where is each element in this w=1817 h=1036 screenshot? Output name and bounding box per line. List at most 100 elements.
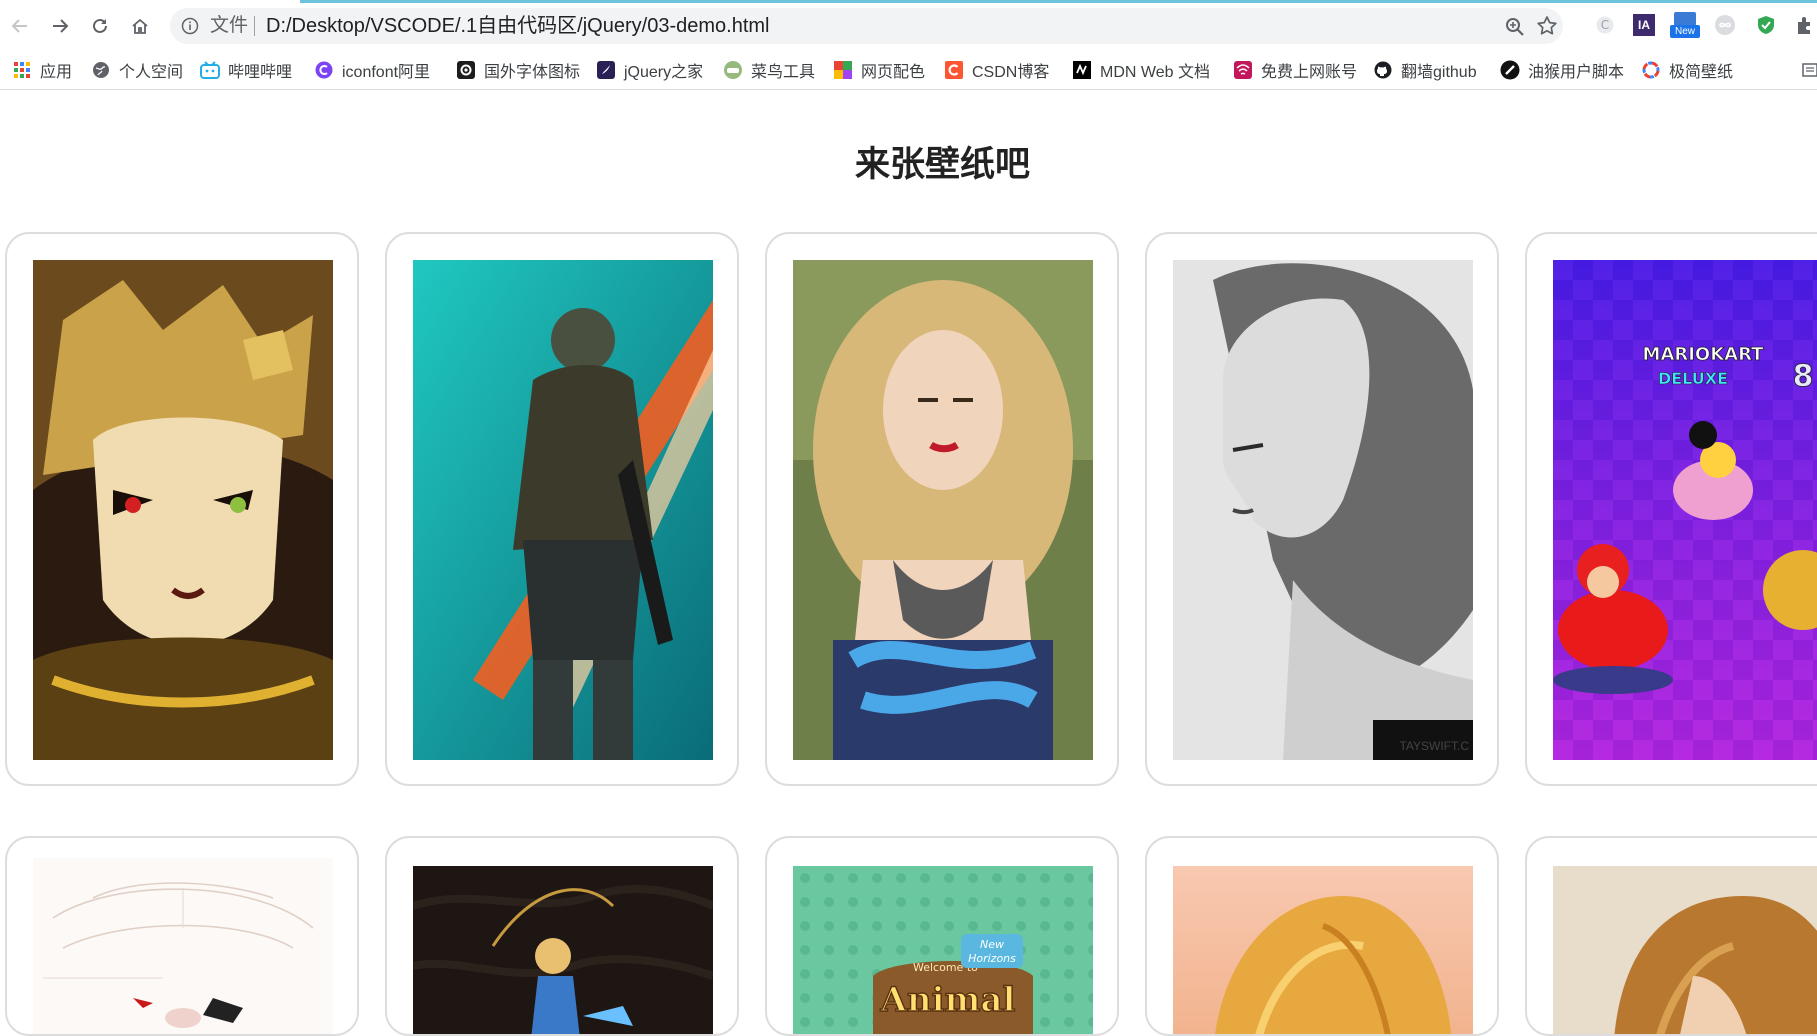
wallpaper-image-auburn-hair <box>1553 866 1817 1034</box>
bookmark-label: 翻墙github <box>1401 64 1477 81</box>
bookmark-runoob[interactable]: 菜鸟工具 <box>723 52 815 88</box>
bookmark-csdn[interactable]: CSDN博客 <box>944 52 1049 88</box>
site-info-icon[interactable] <box>180 16 200 36</box>
wallpaper-image-link-archer <box>413 866 713 1034</box>
wallpaper-card-auburn-portrait[interactable] <box>1525 836 1817 1036</box>
apps-grid-icon <box>12 60 32 80</box>
new-extension-icon[interactable]: New <box>1670 12 1700 38</box>
wallpaper-image-woman-curly-hair <box>793 260 1093 760</box>
wallpaper-icon <box>1641 60 1661 80</box>
bookmark-mdn[interactable]: MDN Web 文档 <box>1072 52 1210 88</box>
bookmark-label: MDN Web 文档 <box>1100 64 1210 81</box>
ia-label: IA <box>1633 14 1655 36</box>
animal-title-text: Animal <box>880 980 1016 1020</box>
wallpaper-card-anime[interactable] <box>5 232 359 786</box>
bookmark-star-icon[interactable] <box>1535 14 1559 38</box>
wallpaper-image-blonde-hair <box>1173 866 1473 1034</box>
bookmark-label: 应用 <box>40 64 73 81</box>
bookmark-label: iconfont阿里 <box>342 64 431 81</box>
jquery-icon <box>596 60 616 80</box>
github-icon <box>1373 60 1393 80</box>
wallpaper-card-zelda[interactable] <box>385 836 739 1036</box>
ia-extension-icon[interactable]: IA <box>1632 13 1656 37</box>
reading-list-icon <box>1800 60 1817 80</box>
home-button[interactable] <box>125 11 155 41</box>
extensions-puzzle-icon[interactable] <box>1793 13 1817 37</box>
bookmark-label: 哔哩哔哩 <box>228 64 293 81</box>
animal-new-text: New <box>980 938 1004 951</box>
wallpaper-image-mario-kart: MARIOKART DELUXE 8 <box>1553 260 1817 760</box>
bookmark-personal-space[interactable]: 个人空间 <box>91 52 183 88</box>
bookmark-label: 个人空间 <box>119 64 184 81</box>
reload-button[interactable] <box>85 11 115 41</box>
bookmark-jquery-home[interactable]: jQuery之家 <box>596 52 703 88</box>
mario-logo-number: 8 <box>1793 359 1814 394</box>
wallpaper-image-anime-boy <box>33 260 333 760</box>
bookmark-label: CSDN博客 <box>972 64 1050 81</box>
new-badge: New <box>1670 25 1700 38</box>
copyright-extension-icon[interactable]: C <box>1593 13 1617 37</box>
wallpaper-image-soldier <box>413 260 713 760</box>
bookmark-github[interactable]: 翻墙github <box>1373 52 1477 88</box>
bookmark-label: jQuery之家 <box>624 64 704 81</box>
wallpaper-card-mushroom-map[interactable] <box>5 836 359 1036</box>
watermark-text: TAYSWIFT.C <box>1399 739 1469 753</box>
runoob-icon <box>723 60 743 80</box>
wallpaper-card-animal-crossing[interactable]: Welcome to New Horizons Animal <box>765 836 1119 1036</box>
bookmark-label: 油猴用户脚本 <box>1528 64 1625 81</box>
reload-icon <box>93 18 107 33</box>
bookmark-bilibili[interactable]: 哔哩哔哩 <box>200 52 292 88</box>
csdn-icon <box>944 60 964 80</box>
back-button[interactable] <box>5 11 35 41</box>
wallpaper-card-blonde-closeup[interactable] <box>1145 836 1499 1036</box>
bookmark-tampermonkey[interactable]: 油猴用户脚本 <box>1500 52 1624 88</box>
bookmark-label: 极简壁纸 <box>1669 64 1734 81</box>
forward-arrow-icon <box>53 19 69 33</box>
page-title: 来张壁纸吧 <box>854 144 1030 185</box>
bookmarks-bar: 应用 个人空间 哔哩哔哩 iconfont阿里 国外字体图标 jQuery之家 <box>0 52 1817 90</box>
bookmark-web-colors[interactable]: 网页配色 <box>833 52 925 88</box>
bilibili-icon <box>200 60 220 80</box>
wallpaper-image-animal-crossing: Welcome to New Horizons Animal <box>793 866 1093 1034</box>
wallpaper-card-mario-kart[interactable]: MARIOKART DELUXE 8 <box>1525 232 1817 786</box>
new-extension-graphic <box>1674 12 1696 26</box>
address-bar[interactable]: 文件 D:/Desktop/VSCODE/.1自由代码区/jQuery/03-d… <box>170 8 1563 44</box>
tampermonkey-icon <box>1500 60 1520 80</box>
omnibox-divider <box>254 16 255 36</box>
tab-accent-bar <box>300 0 1817 3</box>
mario-logo-bottom: DELUXE <box>1658 369 1728 388</box>
mario-logo-top: MARIOKART <box>1643 344 1765 365</box>
home-icon <box>132 18 148 34</box>
wallpaper-image-bw-portrait: TAYSWIFT.C <box>1173 260 1473 760</box>
globe-icon <box>91 60 111 80</box>
wifi-icon <box>1233 60 1253 80</box>
fontawesome-icon <box>456 60 476 80</box>
wallpaper-card-bw-profile[interactable]: TAYSWIFT.C <box>1145 232 1499 786</box>
infinity-extension-icon[interactable] <box>1713 13 1737 37</box>
iconfont-icon <box>314 60 334 80</box>
zoom-icon[interactable] <box>1504 16 1526 38</box>
animal-horizons-text: Horizons <box>968 952 1016 965</box>
wallpaper-card-battlefield[interactable] <box>385 232 739 786</box>
bookmark-label: 免费上网账号 <box>1261 64 1358 81</box>
bookmark-free-internet[interactable]: 免费上网账号 <box>1233 52 1357 88</box>
wallpaper-image-mushroom-kingdom-map <box>33 858 333 1034</box>
bookmark-apps[interactable]: 应用 <box>12 52 72 88</box>
mdn-icon <box>1072 60 1092 80</box>
url-text[interactable]: D:/Desktop/VSCODE/.1自由代码区/jQuery/03-demo… <box>266 16 769 36</box>
wallpaper-card-curly-hair[interactable] <box>765 232 1119 786</box>
bookmark-iconfont[interactable]: iconfont阿里 <box>314 52 430 88</box>
bookmarks-overflow-button[interactable] <box>1800 52 1817 88</box>
back-arrow-icon <box>11 19 27 33</box>
shield-extension-icon[interactable] <box>1754 13 1778 37</box>
svg-text:C: C <box>1601 18 1609 32</box>
bookmark-label: 国外字体图标 <box>484 64 581 81</box>
scheme-label: 文件 <box>210 15 249 36</box>
bookmark-label: 菜鸟工具 <box>751 64 816 81</box>
forward-button[interactable] <box>45 11 75 41</box>
bookmark-font-icons[interactable]: 国外字体图标 <box>456 52 580 88</box>
bookmark-label: 网页配色 <box>861 64 926 81</box>
bookmark-minimal-wallpaper[interactable]: 极简壁纸 <box>1641 52 1733 88</box>
palette-icon <box>833 60 853 80</box>
browser-toolbar: 文件 D:/Desktop/VSCODE/.1自由代码区/jQuery/03-d… <box>0 0 1817 52</box>
